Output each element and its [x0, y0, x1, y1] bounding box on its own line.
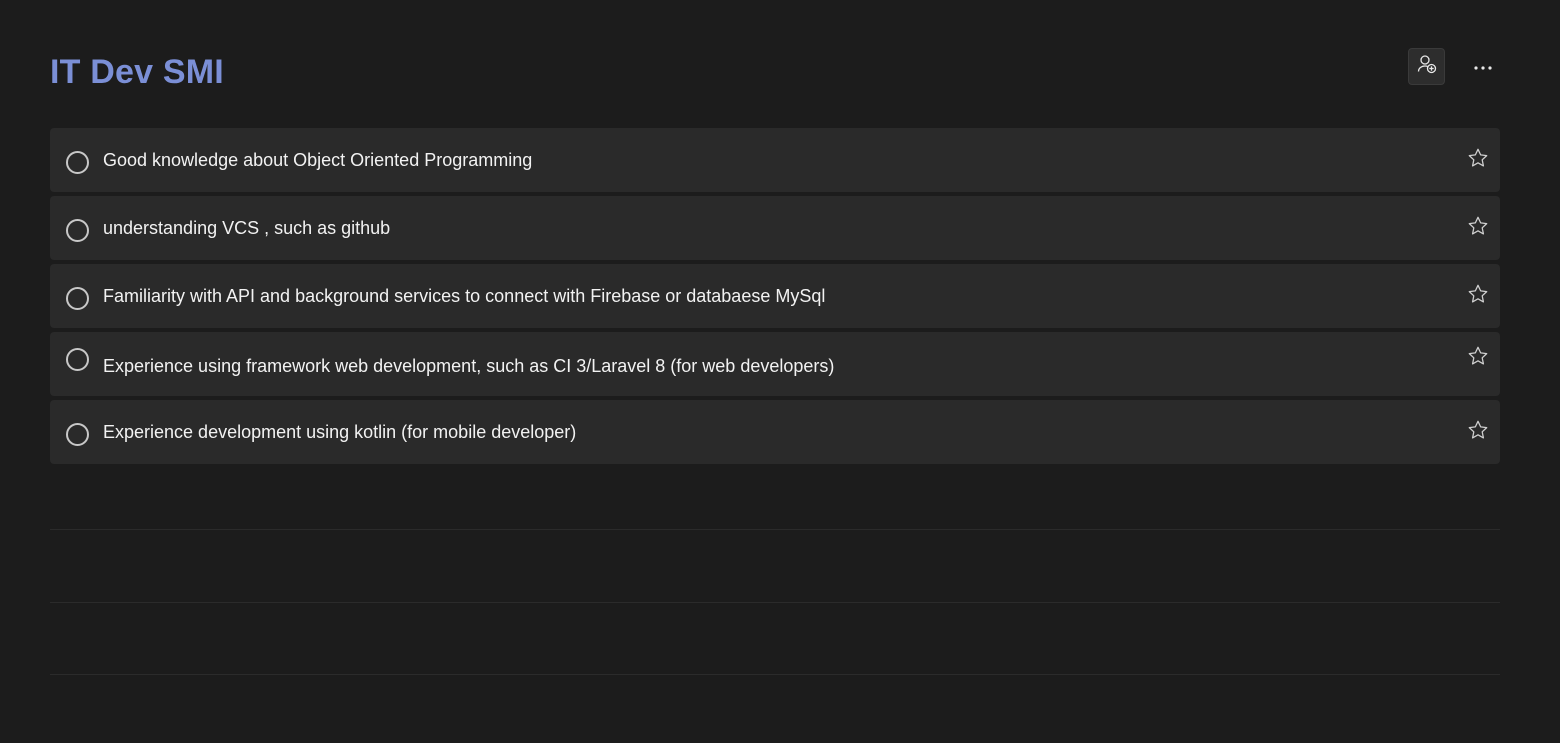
task-title[interactable]: Familiarity with API and background serv… — [103, 286, 825, 307]
star-icon — [1467, 345, 1489, 372]
star-icon — [1467, 215, 1489, 242]
task-list: Good knowledge about Object Oriented Pro… — [50, 128, 1500, 468]
list-title[interactable]: IT Dev SMI — [50, 53, 224, 92]
task-title[interactable]: Experience development using kotlin (for… — [103, 422, 576, 443]
more-horizontal-icon — [1473, 58, 1493, 76]
empty-row-divider — [50, 674, 1500, 675]
complete-task-checkbox[interactable] — [66, 219, 89, 242]
mark-important-button[interactable] — [1466, 216, 1490, 240]
complete-task-checkbox[interactable] — [66, 348, 89, 371]
task-item[interactable]: Familiarity with API and background serv… — [50, 264, 1500, 328]
task-title[interactable]: Good knowledge about Object Oriented Pro… — [103, 150, 532, 171]
complete-task-checkbox[interactable] — [66, 151, 89, 174]
star-icon — [1467, 419, 1489, 446]
todo-list-view: IT Dev SMI Good knowledge about Object O… — [0, 0, 1560, 743]
task-item[interactable]: Experience development using kotlin (for… — [50, 400, 1500, 464]
task-title[interactable]: Experience using framework web developme… — [103, 356, 834, 377]
mark-important-button[interactable] — [1466, 148, 1490, 172]
mark-important-button[interactable] — [1466, 420, 1490, 444]
share-list-button[interactable] — [1408, 48, 1445, 85]
more-options-button[interactable] — [1464, 48, 1501, 85]
star-icon — [1467, 283, 1489, 310]
empty-row-divider — [50, 529, 1500, 530]
mark-important-button[interactable] — [1466, 284, 1490, 308]
task-item[interactable]: understanding VCS , such as github — [50, 196, 1500, 260]
person-add-icon — [1416, 53, 1438, 80]
mark-important-button[interactable] — [1466, 346, 1490, 370]
complete-task-checkbox[interactable] — [66, 423, 89, 446]
task-item[interactable]: Good knowledge about Object Oriented Pro… — [50, 128, 1500, 192]
task-title[interactable]: understanding VCS , such as github — [103, 218, 390, 239]
star-icon — [1467, 147, 1489, 174]
empty-row-divider — [50, 602, 1500, 603]
complete-task-checkbox[interactable] — [66, 287, 89, 310]
list-header: IT Dev SMI — [50, 48, 1500, 94]
task-item[interactable]: Experience using framework web developme… — [50, 332, 1500, 396]
